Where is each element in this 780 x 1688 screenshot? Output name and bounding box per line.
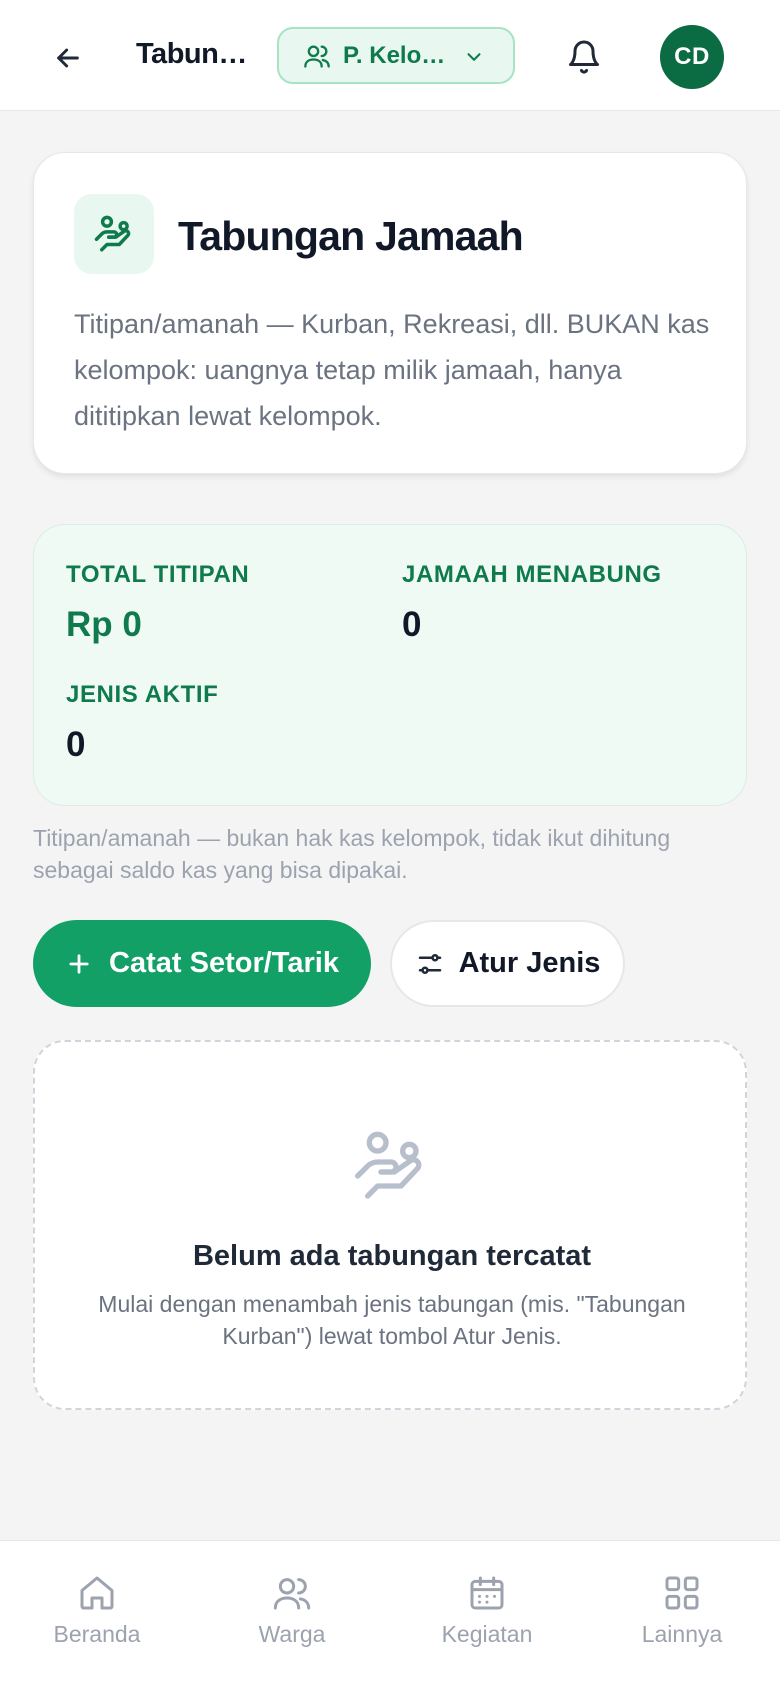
nav-item-kegiatan[interactable]: Kegiatan	[407, 1573, 567, 1648]
bottom-navigation: Beranda Warga Kegiatan Lainnya	[0, 1540, 780, 1688]
avatar[interactable]: CD	[660, 25, 724, 89]
notifications-button[interactable]	[560, 33, 608, 81]
empty-state-description: Mulai dengan menambah jenis tabungan (mi…	[98, 1291, 686, 1349]
nav-item-lainnya[interactable]: Lainnya	[602, 1573, 762, 1648]
nav-item-beranda[interactable]: Beranda	[17, 1573, 177, 1648]
stat-types-value: 0	[66, 725, 86, 764]
stat-savers-label: JAMAAH MENABUNG	[402, 561, 662, 588]
nav-label: Warga	[258, 1621, 326, 1647]
manage-types-button[interactable]: Atur Jenis	[390, 920, 625, 1007]
hero-icon-badge	[74, 194, 154, 274]
arrow-left-icon	[57, 48, 79, 68]
info-card: Tabungan Jamaah Titipan/amanah — Kurban,…	[33, 152, 747, 474]
group-selector[interactable]: P. Kelo…	[277, 27, 515, 84]
card-description: Titipan/amanah — Kurban, Rekreasi, dll. …	[74, 309, 710, 431]
stat-types-label: JENIS AKTIF	[66, 681, 219, 708]
card-title: Tabungan Jamaah	[178, 213, 524, 259]
sliders-icon	[418, 953, 441, 974]
manage-types-label: Atur Jenis	[458, 947, 601, 979]
top-app-bar: Tabun… P. Kelo… CD	[0, 0, 780, 111]
chevron-down-icon	[467, 53, 481, 61]
back-button[interactable]	[44, 34, 92, 82]
nav-label: Beranda	[53, 1621, 141, 1647]
hand-coin-icon	[355, 1131, 422, 1199]
stat-total-value: Rp 0	[66, 605, 142, 644]
hand-coin-icon	[94, 215, 131, 252]
disclaimer-note: Titipan/amanah — bukan hak kas kelompok,…	[33, 825, 671, 883]
empty-state-card: Belum ada tabungan tercatat Mulai dengan…	[33, 1040, 747, 1410]
nav-label: Lainnya	[641, 1621, 723, 1647]
grid-icon	[665, 1576, 699, 1610]
bell-icon	[569, 40, 599, 74]
nav-label: Kegiatan	[441, 1621, 533, 1647]
calendar-icon	[470, 1576, 504, 1610]
stats-card: TOTAL TITIPAN Rp 0 JAMAAH MENABUNG 0 JEN…	[33, 524, 747, 806]
home-icon	[80, 1576, 114, 1610]
record-deposit-withdraw-button[interactable]: Catat Setor/Tarik	[33, 920, 371, 1007]
record-button-label: Catat Setor/Tarik	[109, 947, 339, 979]
nav-item-warga[interactable]: Warga	[212, 1573, 372, 1648]
users-icon	[273, 1578, 311, 1610]
users-icon	[304, 45, 330, 68]
group-selector-label: P. Kelo…	[343, 41, 446, 69]
stat-savers-value: 0	[402, 605, 422, 644]
page-title: Tabun…	[136, 38, 247, 70]
stat-total-label: TOTAL TITIPAN	[66, 561, 250, 588]
plus-icon	[69, 953, 89, 974]
empty-state-title: Belum ada tabungan tercatat	[192, 1240, 592, 1272]
